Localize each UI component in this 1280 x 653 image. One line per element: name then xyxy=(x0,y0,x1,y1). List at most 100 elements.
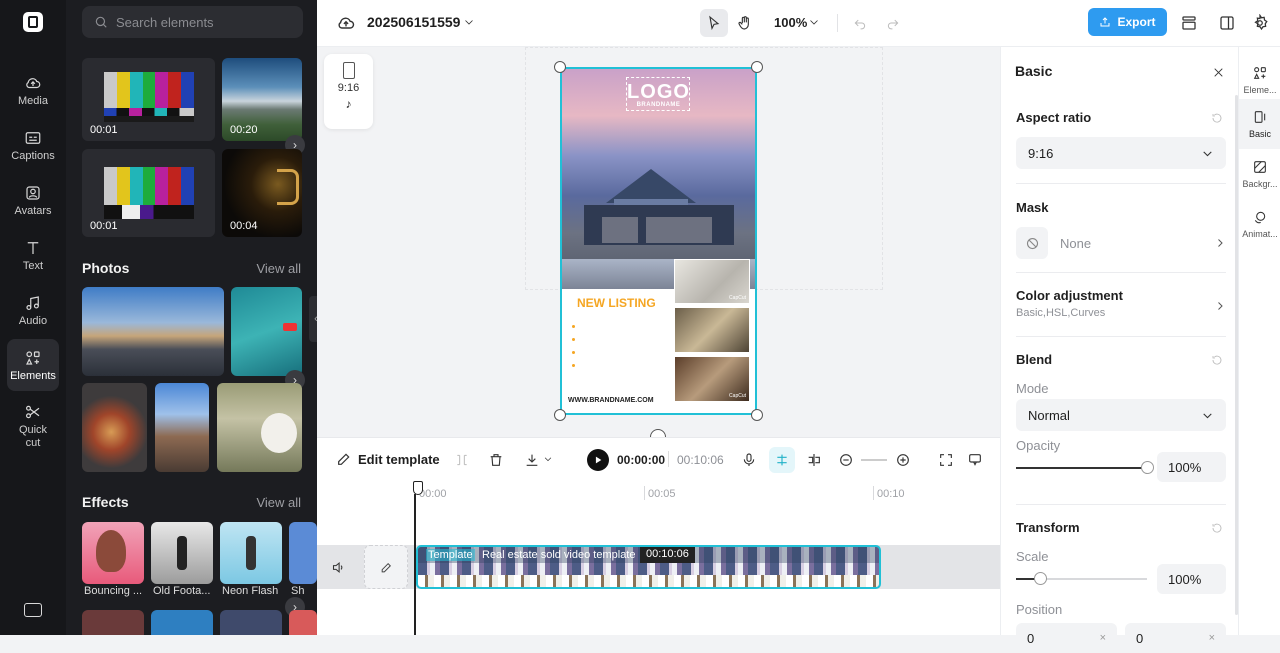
video-thumb-sparkle[interactable]: 00:04 xyxy=(222,149,302,237)
cover-edit-button[interactable] xyxy=(364,545,408,589)
close-icon[interactable] xyxy=(1209,63,1227,81)
zoom-chevron-icon[interactable] xyxy=(807,15,821,29)
tab-animation[interactable]: Animat... xyxy=(1239,201,1280,247)
phone-ratio-icon xyxy=(342,62,355,79)
position-x-axis-icon: × xyxy=(1099,632,1106,644)
video-clip[interactable]: Template Real estate sold video template… xyxy=(416,545,881,589)
chevron-down-icon[interactable] xyxy=(461,14,477,30)
tab-background[interactable]: Backgr... xyxy=(1239,151,1280,197)
opacity-slider-knob[interactable] xyxy=(1141,461,1154,474)
video-thumb-mountains[interactable]: 00:20 xyxy=(222,58,302,141)
speaker-icon[interactable] xyxy=(329,558,347,576)
blend-mode-select[interactable]: Normal xyxy=(1016,399,1226,431)
edit-template-button[interactable]: Edit template xyxy=(336,451,440,467)
snap-icon[interactable] xyxy=(769,447,795,473)
color-adjustment-row[interactable]: Color adjustment Basic,HSL,Curves xyxy=(1016,288,1226,322)
reset-icon[interactable] xyxy=(1209,352,1225,368)
scale-slider-track[interactable] xyxy=(1016,572,1147,585)
ratio-widget[interactable]: 9:16 ♪ xyxy=(324,54,373,129)
photo-thumb-street[interactable] xyxy=(155,383,209,472)
photos-view-all[interactable]: View all xyxy=(256,261,301,276)
reset-icon[interactable] xyxy=(1209,520,1225,536)
resize-handle-tl[interactable] xyxy=(554,61,566,73)
effect-thumb-row2[interactable] xyxy=(289,610,317,635)
app-logo[interactable] xyxy=(23,12,43,32)
rail-audio[interactable]: Audio xyxy=(7,284,59,336)
poster-canvas[interactable]: LOGO BRANDNAME NEW LISTING WWW.BRANDNAME… xyxy=(560,67,757,415)
effect-thumb-partial[interactable] xyxy=(289,522,317,584)
cloud-save-icon[interactable] xyxy=(335,12,357,34)
poster-bullets xyxy=(572,325,577,395)
mask-select[interactable]: None xyxy=(1016,227,1226,259)
panel-toggle-icon[interactable] xyxy=(1216,12,1238,34)
export-label: Export xyxy=(1117,15,1156,29)
resize-handle-bl[interactable] xyxy=(554,409,566,421)
redo-icon[interactable] xyxy=(883,13,903,33)
scale-label: Scale xyxy=(1016,549,1049,564)
fullscreen-icon[interactable] xyxy=(937,451,955,469)
scale-slider-knob[interactable] xyxy=(1034,572,1047,585)
rail-quick-cut[interactable]: Quick cut xyxy=(7,398,59,454)
position-x-input[interactable]: 0 × xyxy=(1016,623,1117,653)
zoom-in-icon[interactable] xyxy=(894,451,912,469)
effect-thumb-row2[interactable] xyxy=(220,610,282,635)
divider xyxy=(837,14,838,32)
resize-handle-br[interactable] xyxy=(751,409,763,421)
undo-icon[interactable] xyxy=(850,13,870,33)
zoom-out-icon[interactable] xyxy=(837,451,855,469)
rail-avatars[interactable]: Avatars xyxy=(7,174,59,226)
video-thumb-colorbars-2[interactable]: 00:01 xyxy=(82,149,215,237)
poster-website: WWW.BRANDNAME.COM xyxy=(568,397,654,404)
reset-icon[interactable] xyxy=(1209,110,1225,126)
position-y-input[interactable]: 0 × xyxy=(1125,623,1226,653)
effect-thumb-row2[interactable] xyxy=(151,610,213,635)
pencil-icon xyxy=(381,562,391,572)
hand-tool-icon[interactable] xyxy=(731,9,759,37)
photo-thumb-food[interactable] xyxy=(82,383,147,472)
rail-elements[interactable]: Elements xyxy=(7,339,59,391)
rotate-handle-icon[interactable] xyxy=(650,429,666,437)
play-button[interactable] xyxy=(587,449,609,471)
playhead-line[interactable] xyxy=(414,494,416,635)
opacity-input[interactable]: 100% xyxy=(1157,452,1226,482)
effect-thumb-bouncing[interactable] xyxy=(82,522,144,584)
rail-label: Avatars xyxy=(14,204,52,217)
rail-captions[interactable]: Captions xyxy=(7,119,59,171)
effect-thumb-old-footage[interactable] xyxy=(151,522,213,584)
photo-thumb-dog[interactable] xyxy=(217,383,302,472)
rail-media[interactable]: Media xyxy=(7,64,59,116)
zoom-slider[interactable] xyxy=(861,459,887,461)
rail-text[interactable]: Text xyxy=(7,229,59,281)
export-button[interactable]: Export xyxy=(1088,8,1167,36)
photo-thumb-city[interactable] xyxy=(82,287,224,376)
resize-handle-tr[interactable] xyxy=(751,61,763,73)
split-icon[interactable] xyxy=(453,451,471,469)
layers-icon[interactable] xyxy=(1178,12,1200,34)
clip-name: Real estate sold video template xyxy=(482,549,636,561)
scale-input[interactable]: 100% xyxy=(1157,564,1226,594)
effect-thumb-neon-flash[interactable] xyxy=(220,522,282,584)
tab-elements[interactable]: Eleme... xyxy=(1239,57,1280,103)
download-chevron-icon[interactable] xyxy=(542,453,554,465)
video-thumb-colorbars-1[interactable]: 00:01 xyxy=(82,58,215,141)
playhead-handle[interactable] xyxy=(413,481,423,495)
search-input[interactable]: Search elements xyxy=(82,6,303,38)
delete-icon[interactable] xyxy=(487,451,505,469)
effect-thumb-row2[interactable] xyxy=(82,610,144,635)
opacity-slider-track[interactable] xyxy=(1016,461,1154,474)
photo-thumb-sea[interactable] xyxy=(231,287,302,376)
keyboard-icon[interactable] xyxy=(24,603,42,617)
aspect-ratio-select[interactable]: 9:16 xyxy=(1016,137,1226,169)
project-name[interactable]: 202506151559 xyxy=(367,14,460,30)
split-clip-icon[interactable] xyxy=(805,451,823,469)
microphone-icon[interactable] xyxy=(740,451,758,469)
download-icon[interactable] xyxy=(522,451,542,469)
effect-label: Sh xyxy=(291,585,305,597)
select-pointer-icon[interactable] xyxy=(700,9,728,37)
elements-icon xyxy=(26,350,40,365)
zoom-level[interactable]: 100% xyxy=(774,15,807,30)
settings-gear-icon[interactable] xyxy=(1249,12,1271,34)
tab-basic[interactable]: Basic xyxy=(1239,99,1280,149)
effects-view-all[interactable]: View all xyxy=(256,495,301,510)
comment-icon[interactable] xyxy=(966,451,984,469)
